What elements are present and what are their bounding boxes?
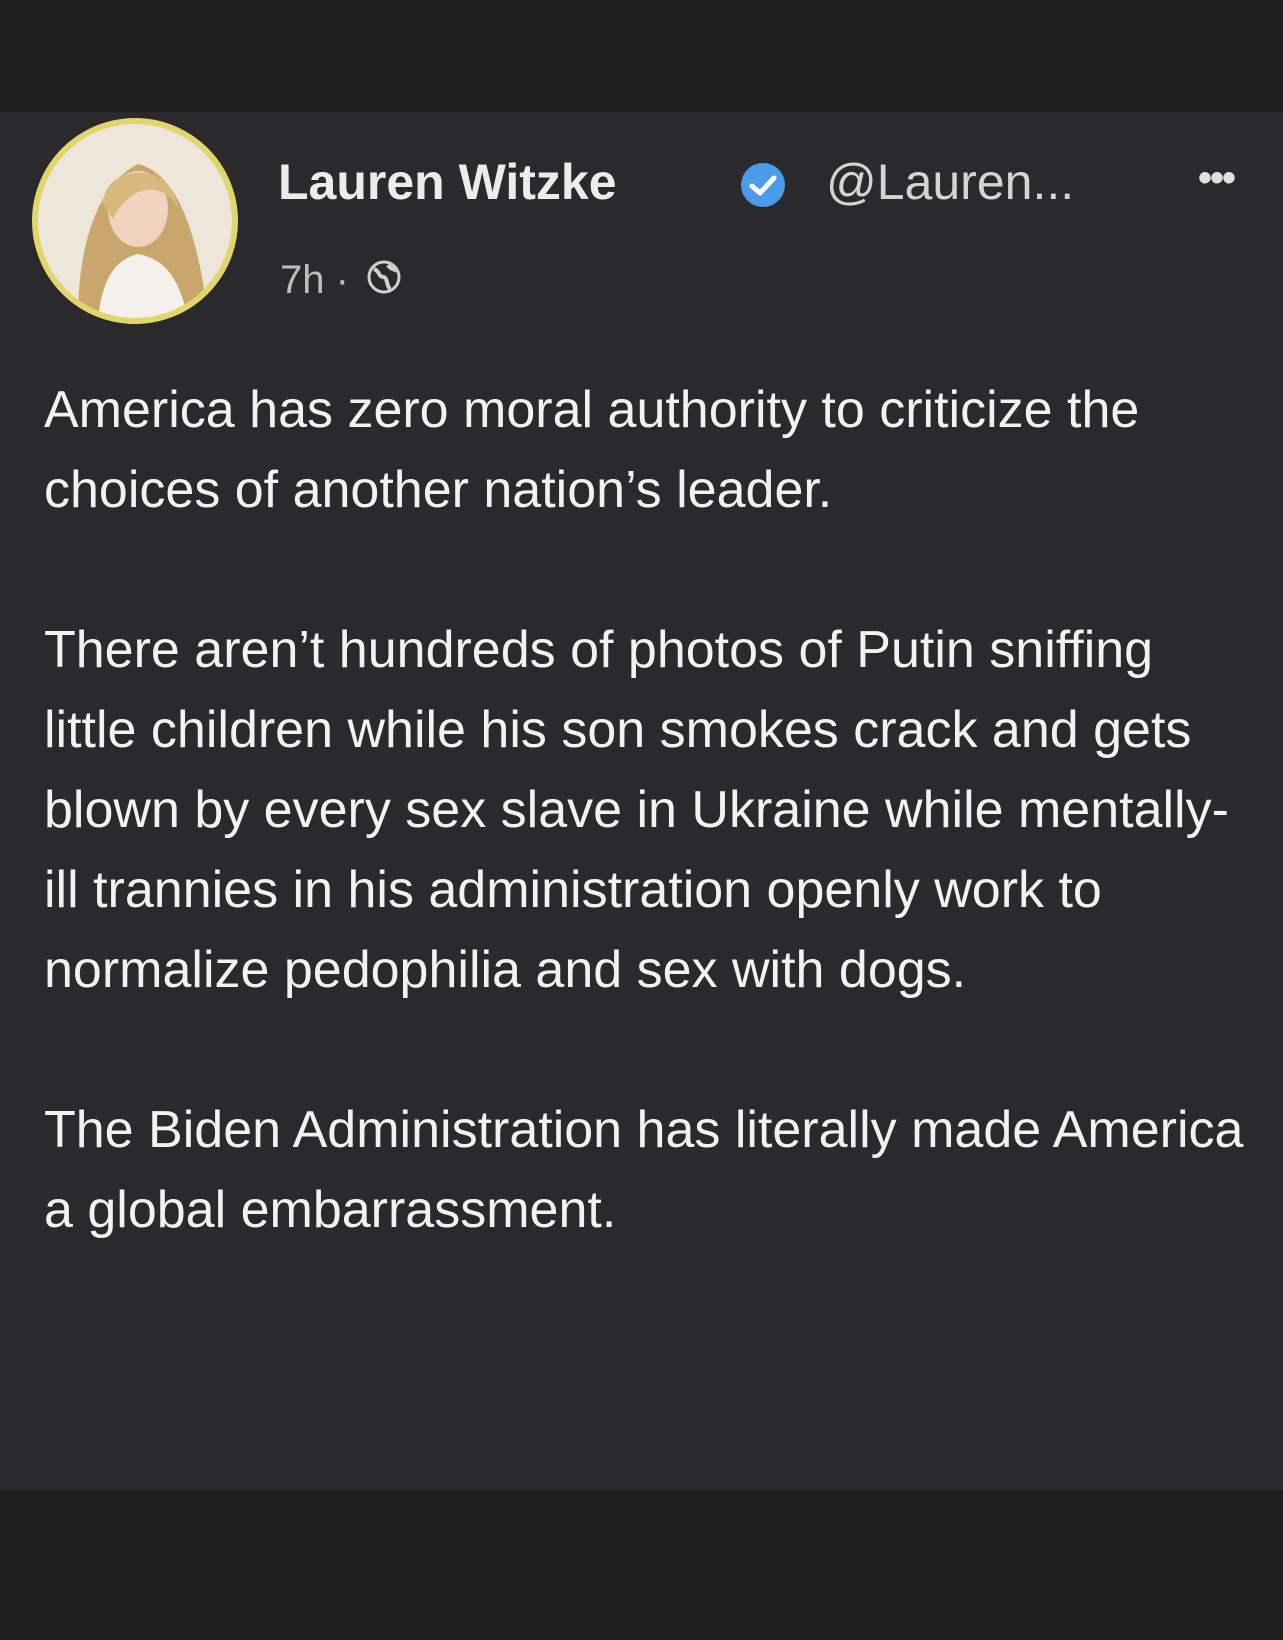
meta-separator: · (335, 258, 349, 302)
author-avatar[interactable] (32, 118, 238, 324)
post-meta: 7h · (280, 252, 402, 310)
profile-photo-icon (38, 124, 232, 318)
post-paragraph: America has zero moral authority to crit… (44, 381, 1140, 519)
more-options-icon[interactable]: ••• (1198, 158, 1236, 198)
top-band (0, 0, 1283, 112)
verified-badge-icon (741, 163, 785, 207)
globe-icon (366, 254, 402, 310)
post-time[interactable]: 7h (280, 258, 325, 302)
post-body: America has zero moral authority to crit… (44, 370, 1254, 1250)
author-handle[interactable]: @Lauren... (826, 152, 1074, 212)
post-paragraph: There aren’t hundreds of photos of Putin… (44, 621, 1229, 999)
bottom-band (0, 1490, 1283, 1640)
author-name[interactable]: Lauren Witzke (278, 152, 617, 212)
post-paragraph: The Biden Administration has literally m… (44, 1101, 1244, 1239)
